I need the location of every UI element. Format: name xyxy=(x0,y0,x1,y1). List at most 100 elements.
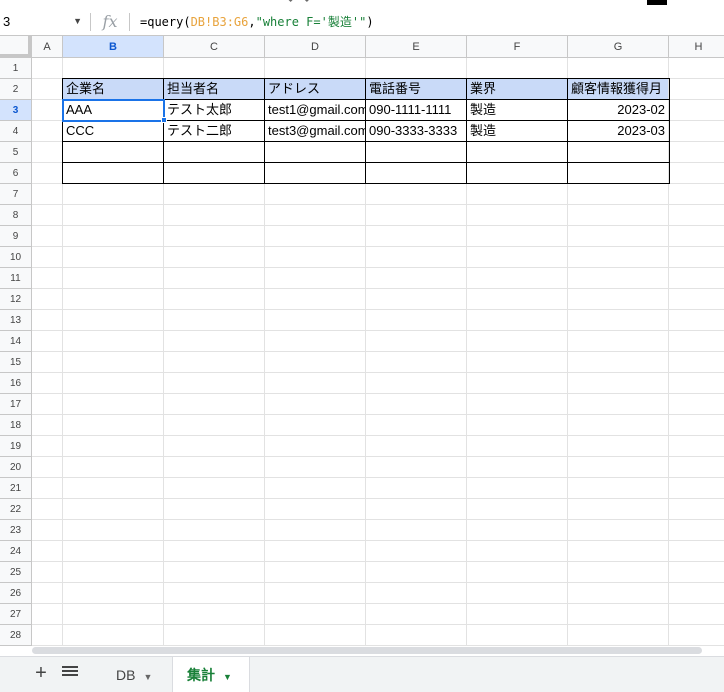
cell-h10[interactable] xyxy=(669,247,724,268)
cell-d28[interactable] xyxy=(265,625,366,646)
cell-g1[interactable] xyxy=(568,58,669,79)
cell-a5[interactable] xyxy=(32,142,63,163)
column-header-f[interactable]: F xyxy=(467,36,568,58)
cell-c14[interactable] xyxy=(164,331,265,352)
cell-f11[interactable] xyxy=(467,268,568,289)
row-header-25[interactable]: 25 xyxy=(0,562,32,583)
cell-c18[interactable] xyxy=(164,415,265,436)
cell-h18[interactable] xyxy=(669,415,724,436)
column-header-c[interactable]: C xyxy=(164,36,265,58)
cell-g16[interactable] xyxy=(568,373,669,394)
cell-h14[interactable] xyxy=(669,331,724,352)
cell-h15[interactable] xyxy=(669,352,724,373)
cell-d20[interactable] xyxy=(265,457,366,478)
cell-c5[interactable] xyxy=(164,142,265,163)
cell-e28[interactable] xyxy=(366,625,467,646)
cell-h1[interactable] xyxy=(669,58,724,79)
cell-c21[interactable] xyxy=(164,478,265,499)
cell-c6[interactable] xyxy=(164,163,265,184)
cell-g18[interactable] xyxy=(568,415,669,436)
row-header-8[interactable]: 8 xyxy=(0,205,32,226)
column-header-e[interactable]: E xyxy=(366,36,467,58)
cell-e19[interactable] xyxy=(366,436,467,457)
row-header-13[interactable]: 13 xyxy=(0,310,32,331)
cell-c15[interactable] xyxy=(164,352,265,373)
cell-c12[interactable] xyxy=(164,289,265,310)
cell-e12[interactable] xyxy=(366,289,467,310)
cell-b18[interactable] xyxy=(63,415,164,436)
row-header-19[interactable]: 19 xyxy=(0,436,32,457)
cell-g11[interactable] xyxy=(568,268,669,289)
cell-h8[interactable] xyxy=(669,205,724,226)
cell-d15[interactable] xyxy=(265,352,366,373)
cell-g23[interactable] xyxy=(568,520,669,541)
cell-d9[interactable] xyxy=(265,226,366,247)
cell-b10[interactable] xyxy=(63,247,164,268)
cell-b19[interactable] xyxy=(63,436,164,457)
row-header-15[interactable]: 15 xyxy=(0,352,32,373)
row-header-10[interactable]: 10 xyxy=(0,247,32,268)
cell-h3[interactable] xyxy=(669,100,724,121)
cell-e9[interactable] xyxy=(366,226,467,247)
row-header-18[interactable]: 18 xyxy=(0,415,32,436)
cell-c26[interactable] xyxy=(164,583,265,604)
cell-d19[interactable] xyxy=(265,436,366,457)
cell-b9[interactable] xyxy=(63,226,164,247)
cell-e25[interactable] xyxy=(366,562,467,583)
cell-f1[interactable] xyxy=(467,58,568,79)
cell-f23[interactable] xyxy=(467,520,568,541)
column-header-b[interactable]: B xyxy=(63,36,164,58)
cell-b11[interactable] xyxy=(63,268,164,289)
cell-b27[interactable] xyxy=(63,604,164,625)
cell-e23[interactable] xyxy=(366,520,467,541)
cell-g3[interactable]: 2023-02 xyxy=(568,100,669,121)
row-header-2[interactable]: 2 xyxy=(0,79,32,100)
cell-d3[interactable]: test1@gmail.com xyxy=(265,100,366,121)
cell-h26[interactable] xyxy=(669,583,724,604)
cell-c19[interactable] xyxy=(164,436,265,457)
row-header-16[interactable]: 16 xyxy=(0,373,32,394)
name-box[interactable]: 3 ▼ xyxy=(0,8,90,35)
cell-g7[interactable] xyxy=(568,184,669,205)
cell-f6[interactable] xyxy=(467,163,568,184)
cell-f14[interactable] xyxy=(467,331,568,352)
cell-g12[interactable] xyxy=(568,289,669,310)
cell-b13[interactable] xyxy=(63,310,164,331)
cell-f3[interactable]: 製造 xyxy=(467,100,568,121)
cell-f19[interactable] xyxy=(467,436,568,457)
cell-a6[interactable] xyxy=(32,163,63,184)
cell-g15[interactable] xyxy=(568,352,669,373)
cell-a21[interactable] xyxy=(32,478,63,499)
cell-c9[interactable] xyxy=(164,226,265,247)
cell-e13[interactable] xyxy=(366,310,467,331)
cell-c7[interactable] xyxy=(164,184,265,205)
row-header-6[interactable]: 6 xyxy=(0,163,32,184)
cell-g17[interactable] xyxy=(568,394,669,415)
cell-a11[interactable] xyxy=(32,268,63,289)
cell-f22[interactable] xyxy=(467,499,568,520)
cell-h23[interactable] xyxy=(669,520,724,541)
cell-b17[interactable] xyxy=(63,394,164,415)
scrollbar-thumb[interactable] xyxy=(32,647,702,654)
cell-c3[interactable]: テスト太郎 xyxy=(164,100,265,121)
cell-d26[interactable] xyxy=(265,583,366,604)
cell-h7[interactable] xyxy=(669,184,724,205)
cell-e16[interactable] xyxy=(366,373,467,394)
chevron-down-icon[interactable]: ▼ xyxy=(73,16,82,26)
cell-e3[interactable]: 090-1111-1111 xyxy=(366,100,467,121)
cell-a20[interactable] xyxy=(32,457,63,478)
row-header-26[interactable]: 26 xyxy=(0,583,32,604)
cell-f27[interactable] xyxy=(467,604,568,625)
cell-d13[interactable] xyxy=(265,310,366,331)
row-header-22[interactable]: 22 xyxy=(0,499,32,520)
row-header-7[interactable]: 7 xyxy=(0,184,32,205)
cell-h22[interactable] xyxy=(669,499,724,520)
cell-e7[interactable] xyxy=(366,184,467,205)
cell-b25[interactable] xyxy=(63,562,164,583)
cell-e5[interactable] xyxy=(366,142,467,163)
cell-d7[interactable] xyxy=(265,184,366,205)
horizontal-scrollbar[interactable] xyxy=(32,646,724,656)
cell-h25[interactable] xyxy=(669,562,724,583)
cell-c13[interactable] xyxy=(164,310,265,331)
cell-c27[interactable] xyxy=(164,604,265,625)
